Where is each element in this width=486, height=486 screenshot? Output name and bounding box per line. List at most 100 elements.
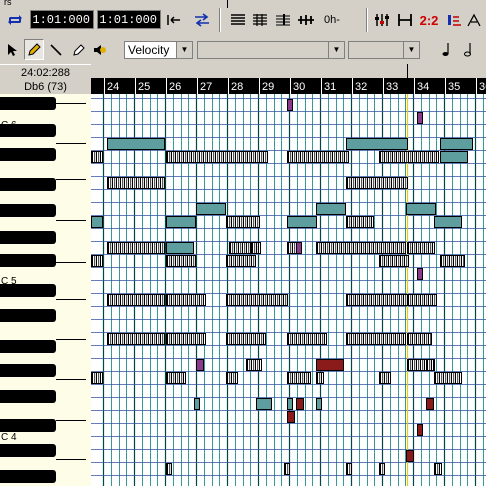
draw-tool-icon[interactable] [24, 39, 44, 60]
event-filter-icon[interactable] [296, 10, 316, 30]
from-time-display[interactable]: 1:01:000 [30, 10, 94, 29]
note-event[interactable] [316, 242, 406, 254]
note-event[interactable] [434, 372, 462, 384]
note-event[interactable] [379, 372, 391, 384]
chevron-down-icon[interactable]: ▼ [403, 42, 419, 58]
select-tool-icon[interactable] [2, 39, 22, 60]
loop-icon[interactable] [4, 10, 26, 30]
list-view-icon[interactable] [228, 10, 248, 30]
note-event[interactable] [226, 294, 288, 306]
note-event[interactable] [166, 333, 206, 345]
chevron-down-icon[interactable]: ▼ [176, 42, 192, 58]
note-event[interactable] [296, 398, 304, 410]
note-event[interactable] [287, 411, 295, 423]
note-event[interactable] [226, 372, 238, 384]
controller-select[interactable]: ▼ [197, 41, 345, 59]
note-event[interactable] [196, 359, 204, 371]
note-event[interactable] [166, 255, 196, 267]
black-key[interactable] [0, 97, 56, 110]
black-key[interactable] [0, 340, 56, 353]
swap-icon[interactable] [191, 10, 213, 30]
note-event[interactable] [251, 242, 257, 254]
note-event[interactable] [407, 242, 435, 254]
note-event[interactable] [91, 151, 103, 163]
note-event[interactable] [316, 372, 324, 384]
value-select[interactable]: ▼ [348, 41, 420, 59]
note-event[interactable] [166, 294, 206, 306]
staff-view-icon[interactable] [273, 10, 293, 30]
note-event[interactable] [91, 255, 103, 267]
note-event[interactable] [316, 359, 344, 371]
counter-label[interactable]: 2:2 [418, 10, 440, 30]
event-type-select[interactable]: Velocity ▼ [124, 41, 193, 59]
black-key[interactable] [0, 231, 56, 244]
note-event[interactable] [287, 216, 317, 228]
piano-roll-grid[interactable] [91, 94, 486, 486]
note-event[interactable] [107, 242, 165, 254]
note-event[interactable] [194, 398, 200, 410]
note-event[interactable] [346, 216, 374, 228]
quarter-note-icon[interactable] [458, 39, 478, 60]
note-event[interactable] [346, 294, 408, 306]
note-event[interactable] [440, 151, 468, 163]
note-event[interactable] [287, 372, 311, 384]
note-event[interactable] [407, 333, 432, 345]
note-event[interactable] [166, 151, 268, 163]
note-event[interactable] [287, 151, 349, 163]
note-event[interactable] [107, 138, 165, 150]
note-event[interactable] [246, 359, 262, 371]
note-event[interactable] [346, 463, 352, 475]
erase-tool-icon[interactable] [68, 39, 88, 60]
note-event[interactable] [346, 138, 408, 150]
note-event[interactable] [226, 216, 260, 228]
note-event[interactable] [417, 268, 423, 280]
thru-time-display[interactable]: 1:01:000 [97, 10, 161, 29]
note-event[interactable] [166, 242, 194, 254]
note-event[interactable] [406, 203, 436, 215]
black-key[interactable] [0, 419, 56, 432]
note-event[interactable] [407, 294, 437, 306]
note-event[interactable] [346, 177, 408, 189]
scale-icon[interactable] [465, 10, 485, 30]
set-range-icon[interactable] [164, 10, 184, 30]
mixer-icon[interactable] [372, 10, 392, 30]
note-event[interactable] [426, 398, 434, 410]
note-event[interactable] [417, 424, 423, 436]
track-view-icon[interactable] [250, 10, 270, 30]
note-event[interactable] [379, 255, 409, 267]
note-event[interactable] [107, 177, 165, 189]
black-key[interactable] [0, 309, 56, 322]
note-event[interactable] [379, 151, 439, 163]
black-key[interactable] [0, 178, 56, 191]
note-event[interactable] [196, 203, 226, 215]
scrub-tool-icon[interactable] [90, 39, 110, 60]
quantize-icon[interactable] [445, 10, 463, 30]
offset-label[interactable]: 0h- [318, 10, 346, 30]
line-tool-icon[interactable] [46, 39, 66, 60]
note-event[interactable] [426, 359, 434, 371]
note-event[interactable] [296, 242, 302, 254]
chevron-down-icon[interactable]: ▼ [328, 42, 344, 58]
time-ruler[interactable]: 24 25 26 27 28 29 30 31 32 33 34 35 36 [91, 64, 486, 94]
note-event[interactable] [346, 333, 406, 345]
note-event[interactable] [91, 372, 103, 384]
note-event[interactable] [316, 398, 322, 410]
note-event[interactable] [434, 463, 442, 475]
note-event[interactable] [434, 216, 462, 228]
sixteenth-note-icon[interactable] [436, 39, 456, 60]
snap-icon[interactable] [395, 10, 415, 30]
note-event[interactable] [226, 255, 256, 267]
note-event[interactable] [440, 138, 473, 150]
black-key[interactable] [0, 470, 56, 483]
note-event[interactable] [284, 463, 290, 475]
note-event[interactable] [417, 112, 423, 124]
note-event[interactable] [107, 294, 165, 306]
note-event[interactable] [379, 463, 385, 475]
note-event[interactable] [91, 216, 103, 228]
note-event[interactable] [256, 398, 272, 410]
note-event[interactable] [406, 450, 414, 462]
black-key[interactable] [0, 390, 56, 403]
black-key[interactable] [0, 254, 56, 267]
note-event[interactable] [287, 333, 327, 345]
piano-keyboard[interactable]: C 6 C 5 C 4 [0, 94, 91, 486]
